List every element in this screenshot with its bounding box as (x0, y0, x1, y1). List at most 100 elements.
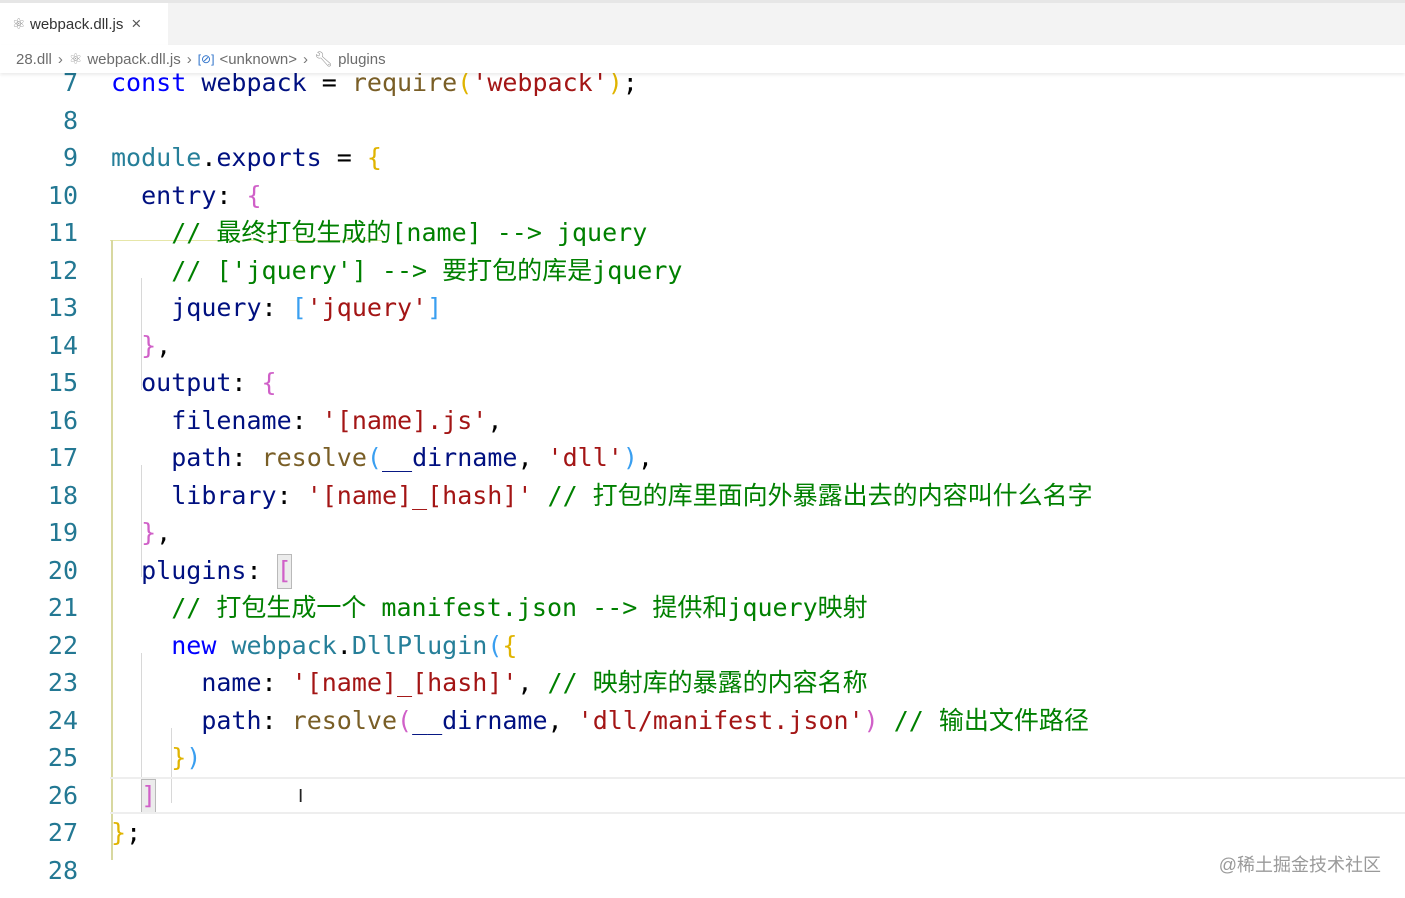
code-line[interactable]: 28 (0, 852, 1405, 890)
code-line[interactable]: 16 filename: '[name].js', (0, 402, 1405, 440)
code-token: , (487, 405, 503, 435)
code-editor[interactable]: 7 const webpack = require('webpack'); 8 9 mo… (0, 64, 1405, 898)
line-number: 21 (47, 593, 78, 622)
code-token: '[name]_[hash]' (291, 668, 518, 697)
code-line[interactable]: 12 // ['jquery'] --> 要打包的库是jquery (0, 252, 1405, 290)
code-token: path (171, 443, 232, 472)
tab-webpack-dll-js[interactable]: ⚛ webpack.dll.js × (0, 3, 168, 45)
chevron-right-icon: › (186, 50, 192, 68)
code-token: path (201, 705, 262, 735)
line-number: 14 (47, 330, 78, 360)
code-token: // 打包生成一个 manifest.json --> 提供和jquery映射 (171, 593, 868, 622)
text-cursor-icon: I (298, 786, 304, 807)
code-token: } (111, 818, 127, 847)
code-token: DllPlugin (351, 630, 488, 660)
code-line[interactable]: 26 ] (48, 777, 1405, 815)
code-text: path: resolve(__dirname, 'dll'), (111, 439, 653, 477)
code-line[interactable]: 22 new webpack.DllPlugin({ (0, 627, 1405, 665)
code-token: ] (141, 780, 157, 810)
code-token: ) (622, 443, 638, 472)
code-line[interactable]: 15 output: { (0, 364, 1405, 402)
code-line[interactable]: 14 }, (0, 327, 1405, 365)
breadcrumb-file[interactable]: webpack.dll.js (87, 51, 180, 68)
code-line[interactable]: 20 plugins: [ (0, 552, 1405, 590)
code-token: __dirname (412, 705, 548, 735)
line-number: 11 (47, 218, 78, 247)
code-line[interactable]: 21 // 打包生成一个 manifest.json --> 提供和jquery… (0, 589, 1405, 627)
code-text: entry: { (111, 177, 261, 215)
chevron-right-icon: › (57, 50, 63, 68)
code-token: ( (366, 443, 382, 472)
code-token: '[name].js' (321, 405, 488, 435)
breadcrumb-symbol[interactable]: <unknown> (219, 51, 297, 68)
code-line[interactable]: 11 // 最终打包生成的[name] --> jquery (0, 214, 1405, 252)
code-line[interactable]: 24 path: resolve(__dirname, 'dll/manifes… (0, 702, 1405, 740)
code-line[interactable]: 9 module.exports = { (0, 139, 1405, 177)
code-token: } (141, 518, 157, 547)
code-token: [ (276, 555, 292, 585)
code-line[interactable]: 18 library: '[name]_[hash]' // 打包的库里面向外暴… (0, 477, 1405, 515)
code-token: // 最终打包生成的[name] --> jquery (171, 218, 648, 247)
code-text: name: '[name]_[hash]', // 映射库的暴露的内容名称 (111, 664, 867, 702)
code-text: module.exports = { (111, 139, 382, 177)
breadcrumb-folder[interactable]: 28.dll (16, 51, 52, 68)
watermark: @稀土掘金技术社区 (1218, 855, 1381, 875)
code-line[interactable]: 10 entry: { (0, 177, 1405, 215)
code-text: plugins: [ (111, 552, 292, 590)
code-line[interactable]: 8 (0, 102, 1405, 140)
code-token: ] (427, 293, 443, 322)
code-line[interactable]: 17 path: resolve(__dirname, 'dll'), (0, 439, 1405, 477)
line-number: 18 (47, 480, 78, 510)
code-line[interactable]: 27}; (0, 814, 1405, 852)
code-text: output: { (111, 364, 276, 402)
code-text: // 最终打包生成的[name] --> jquery (111, 214, 647, 252)
code-line[interactable]: 25 }) (0, 739, 1405, 777)
line-number: 27 (47, 818, 78, 847)
code-token: plugins (141, 555, 247, 585)
line-number: 10 (47, 180, 78, 210)
line-number: 19 (47, 518, 78, 547)
wrench-icon: 🔧︎ (314, 51, 334, 68)
code-line[interactable]: 13 jquery: ['jquery'] (0, 289, 1405, 327)
code-line[interactable]: 19 }, (0, 514, 1405, 552)
code-text: // ['jquery'] --> 要打包的库是jquery (111, 252, 682, 290)
code-token: : (261, 293, 292, 322)
code-token: resolve (291, 705, 397, 735)
react-icon: ⚛ (12, 16, 26, 33)
code-token: 'dll/manifest.json' (577, 705, 864, 735)
code-token: [ (291, 293, 307, 322)
code-token: . (201, 143, 217, 172)
code-token: jquery (171, 293, 262, 322)
code-token: webpack (231, 630, 337, 660)
tab-bar: ⚛ webpack.dll.js × (0, 0, 1405, 45)
breadcrumb-property[interactable]: plugins (338, 51, 386, 68)
close-icon[interactable]: × (131, 14, 141, 34)
code-line[interactable]: 23 name: '[name]_[hash]', // 映射库的暴露的内容名称 (0, 664, 1405, 702)
react-icon: ⚛ (68, 51, 83, 68)
line-number: 28 (47, 855, 78, 885)
code-token: , (547, 705, 578, 735)
code-token: new (171, 630, 217, 660)
code-token: : (246, 555, 277, 585)
code-token: module (111, 143, 202, 172)
line-number: 16 (47, 405, 78, 435)
code-token: // 打包的库里面向外暴露出去的内容叫什么名字 (547, 480, 1093, 510)
code-token: entry (141, 180, 217, 210)
code-token: ( (397, 705, 413, 735)
code-text: library: '[name]_[hash]' // 打包的库里面向外暴露出去… (111, 477, 1093, 515)
code-token: : (261, 705, 292, 735)
code-token: , (156, 518, 172, 547)
code-token: } (141, 330, 157, 360)
